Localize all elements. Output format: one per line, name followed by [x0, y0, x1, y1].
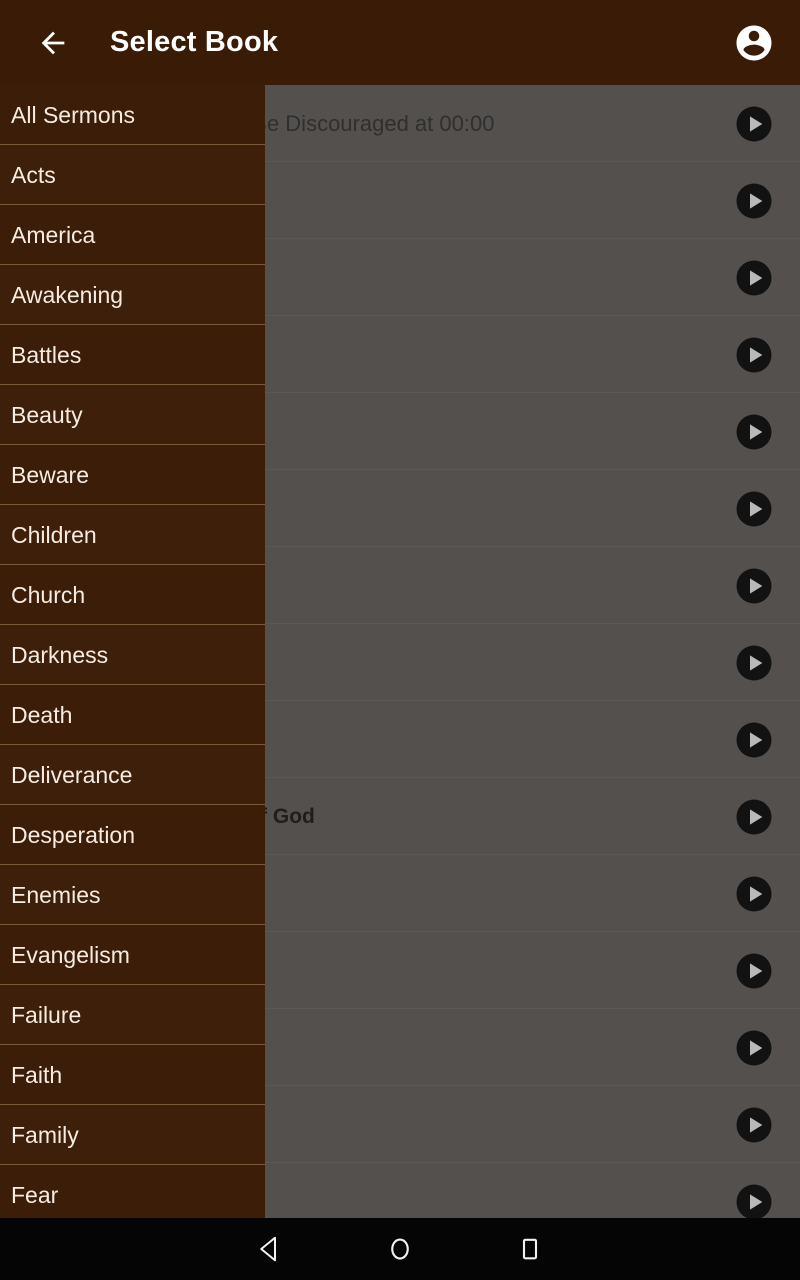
drawer-item-label: Awakening: [11, 281, 124, 308]
square-recents-icon: [522, 1238, 538, 1260]
drawer-item-fear[interactable]: Fear: [0, 1165, 265, 1218]
drawer-item-label: Family: [11, 1121, 79, 1148]
drawer-item-children[interactable]: Children: [0, 505, 265, 565]
drawer-item-evangelism[interactable]: Evangelism: [0, 925, 265, 985]
back-nav-key[interactable]: [205, 1218, 335, 1280]
drawer-item-label: Acts: [11, 161, 56, 188]
recents-nav-key[interactable]: [465, 1218, 595, 1280]
drawer-item-beauty[interactable]: Beauty: [0, 385, 265, 445]
drawer-item-label: Fear: [11, 1181, 59, 1208]
drawer-item-label: Children: [11, 521, 97, 548]
drawer-item-america[interactable]: America: [0, 205, 265, 265]
drawer-item-desperation[interactable]: Desperation: [0, 805, 265, 865]
drawer-item-deliverance[interactable]: Deliverance: [0, 745, 265, 805]
drawer-item-label: Death: [11, 701, 73, 728]
drawer-item-label: Desperation: [11, 821, 136, 848]
drawer-item-death[interactable]: Death: [0, 685, 265, 745]
app-bar: Select Book: [0, 0, 800, 85]
account-button[interactable]: [730, 19, 778, 67]
drawer-item-label: Darkness: [11, 641, 109, 668]
drawer-item-label: Evangelism: [11, 941, 130, 968]
android-nav-bar: [0, 1218, 800, 1280]
drawer-item-label: Deliverance: [11, 761, 133, 788]
navigation-drawer: All Sermons Acts America Awakening Battles Be…: [0, 85, 265, 1218]
drawer-item-label: Failure: [11, 1001, 82, 1028]
drawer-item-church[interactable]: Church: [0, 565, 265, 625]
drawer-item-label: All Sermons: [11, 101, 135, 128]
drawer-item-family[interactable]: Family: [0, 1105, 265, 1165]
drawer-item-darkness[interactable]: Darkness: [0, 625, 265, 685]
drawer-item-enemies[interactable]: Enemies: [0, 865, 265, 925]
drawer-item-all-sermons[interactable]: All Sermons: [0, 85, 265, 145]
drawer-item-label: Beauty: [11, 401, 83, 428]
drawer-item-faith[interactable]: Faith: [0, 1045, 265, 1105]
arrow-left-icon: [41, 31, 65, 54]
drawer-item-label: America: [11, 221, 96, 248]
app-screen: Tis Not The Season To Be Discouraged at …: [0, 0, 800, 1280]
drawer-item-label: Church: [11, 581, 86, 608]
drawer-item-label: Faith: [11, 1061, 63, 1088]
circle-home-icon: [391, 1238, 409, 1260]
triangle-back-icon: [260, 1236, 276, 1262]
page-title: Select Book: [110, 26, 279, 58]
drawer-item-acts[interactable]: Acts: [0, 145, 265, 205]
drawer-item-label: Enemies: [11, 881, 101, 908]
back-button[interactable]: [26, 16, 80, 70]
drawer-item-battles[interactable]: Battles: [0, 325, 265, 385]
account-circle-icon: [736, 25, 772, 60]
drawer-item-awakening[interactable]: Awakening: [0, 265, 265, 325]
drawer-item-beware[interactable]: Beware: [0, 445, 265, 505]
drawer-item-label: Battles: [11, 341, 82, 368]
drawer-item-label: Beware: [11, 461, 89, 488]
home-nav-key[interactable]: [335, 1218, 465, 1280]
drawer-item-failure[interactable]: Failure: [0, 985, 265, 1045]
